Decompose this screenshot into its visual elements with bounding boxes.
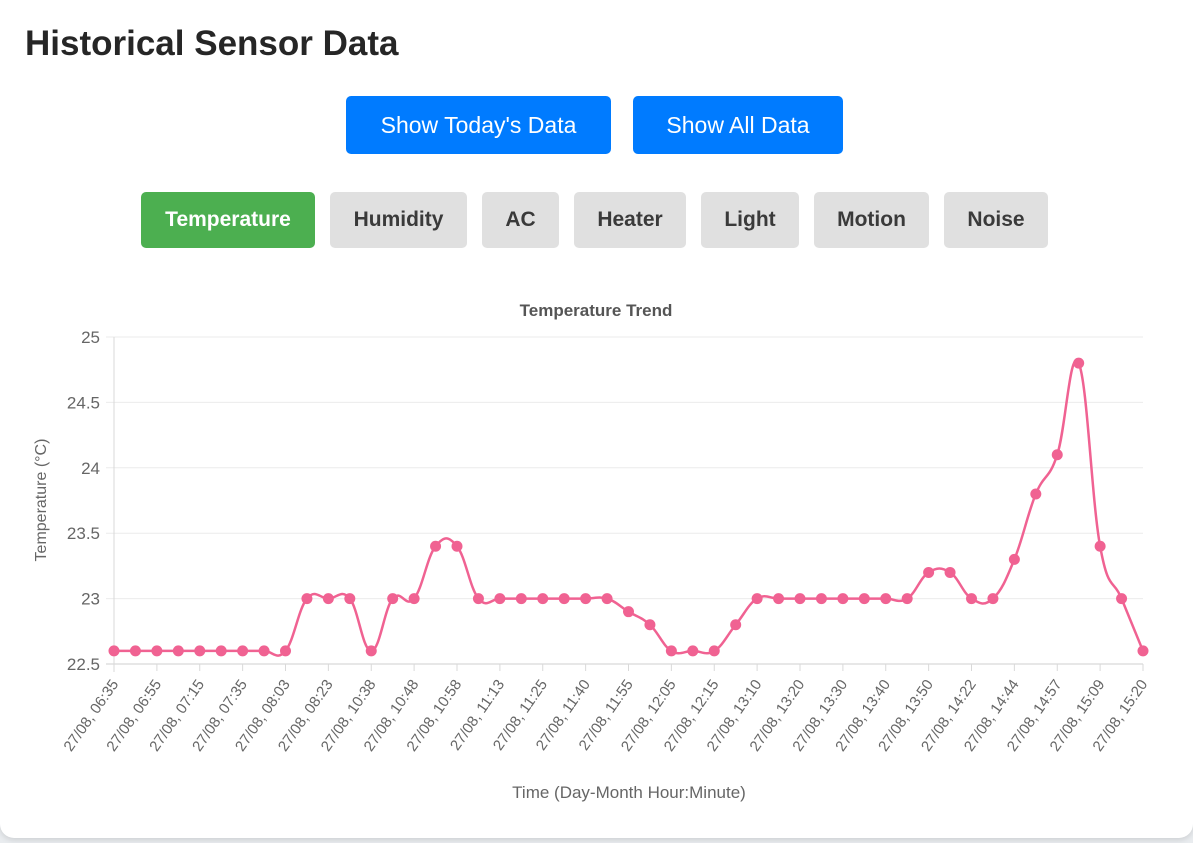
data-point bbox=[537, 593, 549, 605]
x-axis-label: Time (Day-Month Hour:Minute) bbox=[512, 783, 746, 802]
data-point bbox=[194, 645, 206, 657]
data-point bbox=[344, 593, 356, 605]
data-point bbox=[215, 645, 227, 657]
data-point bbox=[301, 593, 313, 605]
main-card: Historical Sensor Data Show Today's Data… bbox=[0, 0, 1193, 838]
tab-motion[interactable]: Motion bbox=[814, 192, 929, 248]
y-axis-label: Temperature (°C) bbox=[33, 439, 50, 562]
data-point bbox=[1137, 645, 1149, 657]
y-tick-label: 24.5 bbox=[67, 393, 100, 412]
data-point bbox=[773, 593, 785, 605]
show-all-data-button[interactable]: Show All Data bbox=[633, 96, 843, 154]
y-axis-ticks: 25 24.5 24 23.5 23 22.5 bbox=[67, 328, 100, 674]
data-point bbox=[1051, 449, 1063, 461]
tab-humidity[interactable]: Humidity bbox=[330, 192, 467, 248]
data-point bbox=[794, 593, 806, 605]
x-axis-ticks: 27/08, 06:3527/08, 06:5527/08, 07:1527/0… bbox=[61, 677, 1152, 755]
data-point bbox=[515, 593, 527, 605]
data-point bbox=[108, 645, 120, 657]
data-point bbox=[987, 593, 999, 605]
data-point bbox=[708, 645, 720, 657]
data-point bbox=[815, 593, 827, 605]
temperature-chart: Temperature Trend 25 24.5 24 23.5 23 22.5 27/… bbox=[33, 301, 1152, 802]
tab-noise[interactable]: Noise bbox=[944, 192, 1048, 248]
y-tick-label: 23.5 bbox=[67, 524, 100, 543]
data-point bbox=[858, 593, 870, 605]
data-point bbox=[558, 593, 570, 605]
data-point bbox=[430, 540, 442, 552]
data-point bbox=[151, 645, 163, 657]
data-point bbox=[1008, 553, 1020, 565]
data-point bbox=[129, 645, 141, 657]
data-point bbox=[1094, 540, 1106, 552]
data-point bbox=[730, 619, 742, 631]
data-point bbox=[837, 593, 849, 605]
data-point bbox=[751, 593, 763, 605]
chart-grid bbox=[106, 336, 1144, 672]
data-point bbox=[408, 593, 420, 605]
data-point bbox=[901, 593, 913, 605]
data-point bbox=[1116, 593, 1128, 605]
data-point bbox=[923, 566, 935, 578]
data-point bbox=[172, 645, 184, 657]
tab-temperature[interactable]: Temperature bbox=[141, 192, 315, 248]
data-point bbox=[387, 593, 399, 605]
data-point bbox=[665, 645, 677, 657]
chart-title: Temperature Trend bbox=[520, 301, 673, 320]
data-point bbox=[601, 593, 613, 605]
data-point bbox=[580, 593, 592, 605]
data-point bbox=[258, 645, 270, 657]
data-point bbox=[494, 593, 506, 605]
y-tick-label: 22.5 bbox=[67, 655, 100, 674]
y-tick-label: 23 bbox=[81, 590, 100, 609]
data-point bbox=[1073, 357, 1085, 369]
tab-heater[interactable]: Heater bbox=[574, 192, 686, 248]
data-point bbox=[644, 619, 656, 631]
show-todays-data-button[interactable]: Show Today's Data bbox=[346, 96, 611, 154]
data-point bbox=[322, 593, 334, 605]
data-point bbox=[623, 606, 634, 618]
data-point bbox=[451, 540, 463, 552]
page-title: Historical Sensor Data bbox=[25, 24, 399, 63]
data-point bbox=[944, 566, 956, 578]
data-point bbox=[365, 645, 377, 657]
data-point bbox=[687, 645, 699, 657]
y-tick-label: 24 bbox=[81, 459, 100, 478]
tab-ac[interactable]: AC bbox=[482, 192, 559, 248]
tab-light[interactable]: Light bbox=[701, 192, 799, 248]
data-point bbox=[472, 593, 484, 605]
data-point bbox=[966, 593, 977, 605]
y-tick-label: 25 bbox=[81, 328, 100, 347]
data-point bbox=[237, 645, 249, 657]
data-point bbox=[280, 645, 291, 657]
data-point bbox=[880, 593, 892, 605]
data-point bbox=[1030, 488, 1042, 500]
